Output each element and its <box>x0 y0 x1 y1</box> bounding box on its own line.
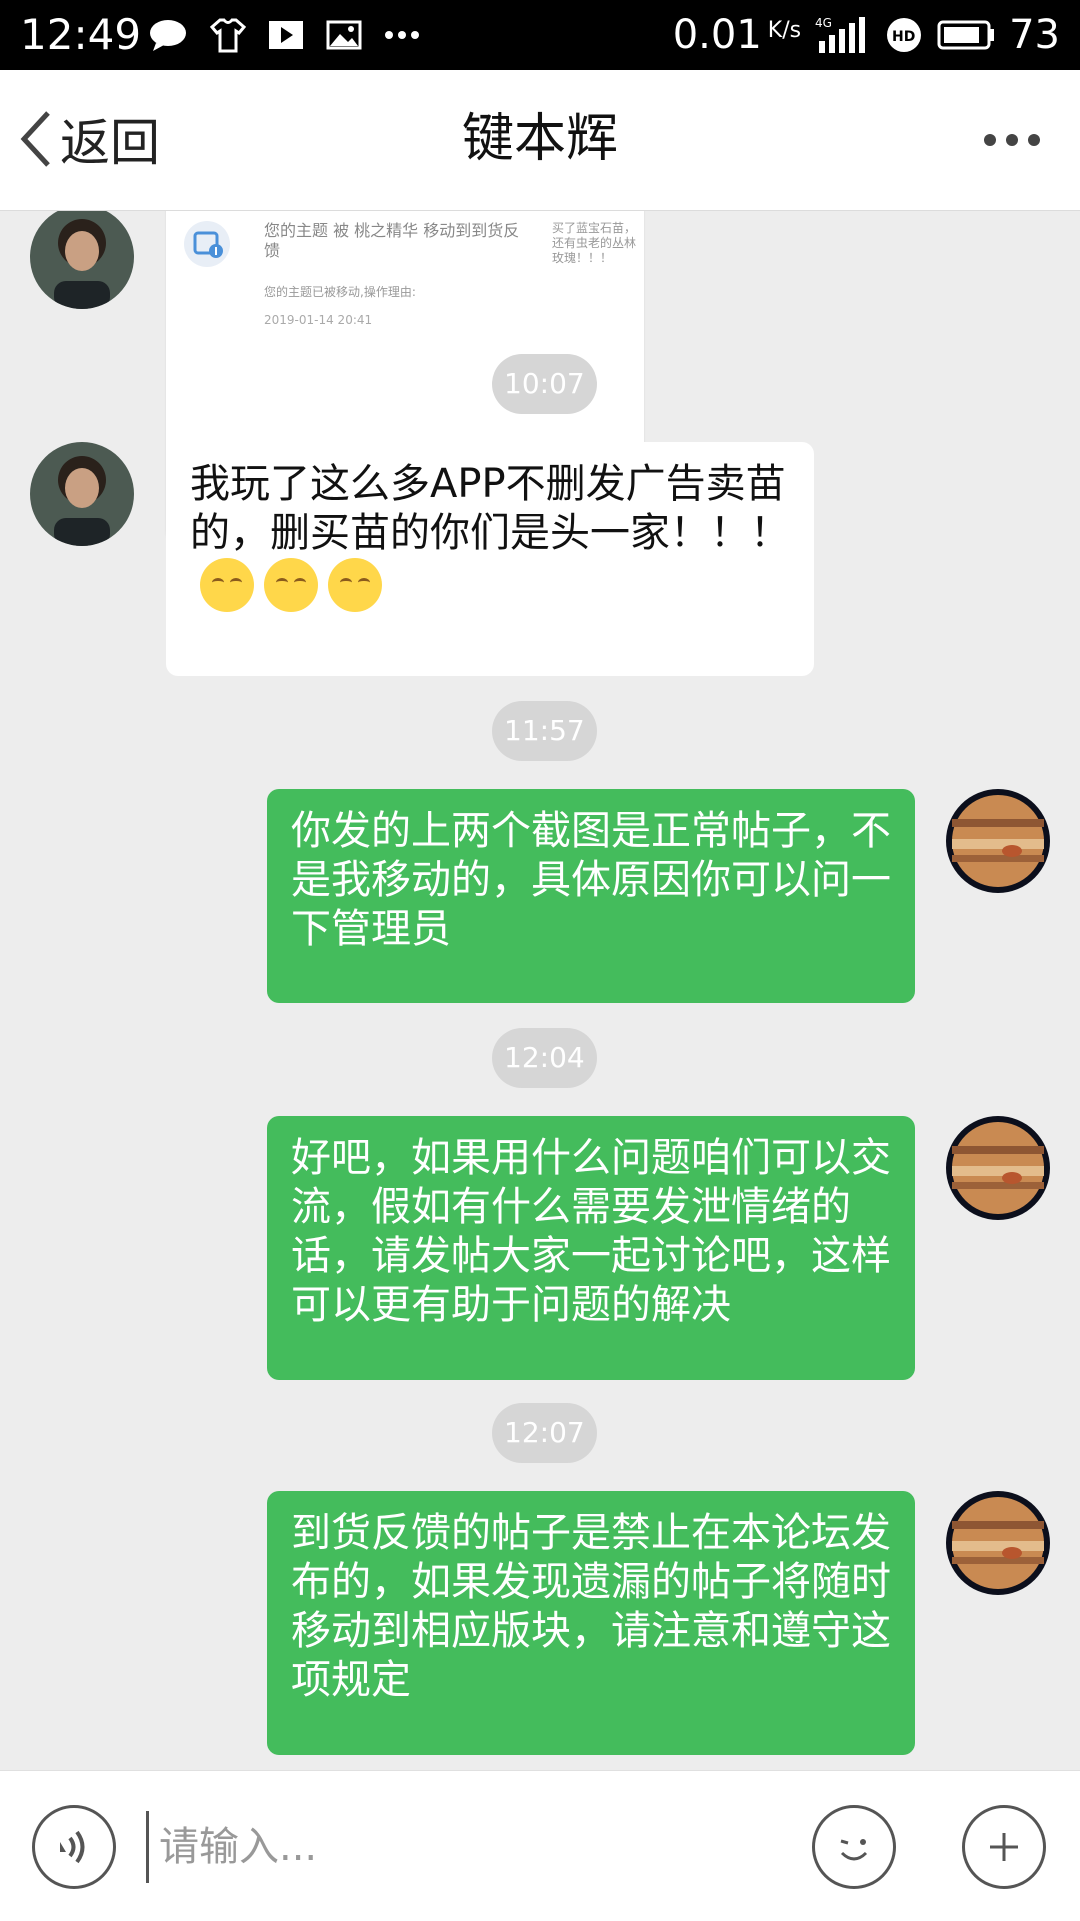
message-text: 到货反馈的帖子是禁止在本论坛发布的，如果发现遗漏的帖子将随时移动到相应版块，请注… <box>291 1510 891 1703</box>
contact-avatar[interactable] <box>30 211 134 309</box>
more-icon <box>385 31 419 39</box>
smiley-face-icon <box>840 1839 868 1861</box>
svg-text:HD: HD <box>892 29 915 45</box>
more-dot <box>1006 134 1018 146</box>
more-dot <box>984 134 996 146</box>
image-icon <box>326 20 362 50</box>
smiling-face-emoji-icon <box>264 558 318 612</box>
timestamp-badge: 11:57 <box>492 701 597 761</box>
network-speed: 0.01 <box>672 12 762 58</box>
notice-reason: 您的主题已被移动,操作理由: <box>264 285 416 299</box>
message-text: 你发的上两个截图是正常帖子，不是我移动的，具体原因你可以问一下管理员 <box>291 808 891 952</box>
battery-icon <box>937 20 995 50</box>
status-right: 0.01 K/s 4G HD 73 <box>673 6 1060 64</box>
info-icon <box>184 221 230 267</box>
shirt-icon <box>210 18 246 53</box>
more-dot <box>1028 134 1040 146</box>
person-avatar-image <box>30 211 134 309</box>
notice-snippet: 买了蓝宝石苗，还有虫老的丛林玫瑰！！！ <box>552 221 637 265</box>
plus-button[interactable] <box>962 1805 1046 1889</box>
notice-title: 您的主题 被 桃之精华 移动到到货反馈 <box>264 221 520 260</box>
battery-level: 73 <box>1009 12 1060 58</box>
voice-input-button[interactable] <box>32 1805 116 1889</box>
jupiter-avatar-image <box>946 1491 1050 1595</box>
emoji-row <box>200 558 382 612</box>
network-speed-unit: K/s <box>767 17 802 43</box>
notification-icons <box>148 14 420 56</box>
hd-icon: HD <box>887 18 922 52</box>
network-type: 4G <box>815 16 832 30</box>
sent-message-bubble[interactable]: 你发的上两个截图是正常帖子，不是我移动的，具体原因你可以问一下管理员 <box>267 789 915 1003</box>
notice-date: 2019-01-14 20:41 <box>264 313 373 327</box>
chat-header: 返回 键本辉 <box>0 70 1080 211</box>
message-text: 好吧，如果用什么问题咱们可以交流，假如有什么需要发泄情绪的话，请发帖大家一起讨论… <box>291 1135 891 1328</box>
more-options-button[interactable] <box>984 128 1040 152</box>
play-icon <box>269 21 303 49</box>
timestamp-badge: 12:04 <box>492 1028 597 1088</box>
person-avatar-image <box>30 442 134 546</box>
notice-content: 您的主题 被 桃之精华 移动到到货反馈 您的主题已被移动,操作理由: 2019-… <box>184 221 636 341</box>
message-input-bar <box>0 1770 1080 1921</box>
emoji-button[interactable] <box>812 1805 896 1889</box>
my-avatar[interactable] <box>946 1116 1050 1220</box>
smiling-face-emoji-icon <box>328 558 382 612</box>
received-message-bubble[interactable]: 我玩了这么多APP不删发广告卖苗的，删买苗的你们是头一家！！！ <box>166 442 814 676</box>
jupiter-avatar-image <box>946 789 1050 893</box>
message-list[interactable]: 您的主题 被 桃之精华 移动到到货反馈 您的主题已被移动,操作理由: 2019-… <box>0 211 1080 1769</box>
sent-message-bubble[interactable]: 好吧，如果用什么问题咱们可以交流，假如有什么需要发泄情绪的话，请发帖大家一起讨论… <box>267 1116 915 1380</box>
contact-avatar[interactable] <box>30 442 134 546</box>
sent-message-bubble[interactable]: 到货反馈的帖子是禁止在本论坛发布的，如果发现遗漏的帖子将随时移动到相应版块，请注… <box>267 1491 915 1755</box>
plus-icon <box>990 1833 1018 1861</box>
status-bar: 12:49 0.01 K/s 4G HD 73 <box>0 0 1080 70</box>
timestamp-badge: 12:07 <box>492 1403 597 1463</box>
message-text-input[interactable] <box>146 1811 761 1883</box>
my-avatar[interactable] <box>946 1491 1050 1595</box>
my-avatar[interactable] <box>946 789 1050 893</box>
smiling-face-emoji-icon <box>200 558 254 612</box>
chat-title: 键本辉 <box>461 109 618 169</box>
voice-icon <box>60 1830 85 1864</box>
timestamp-badge: 10:07 <box>492 354 597 414</box>
signal-icon: 4G <box>815 16 866 53</box>
message-text: 我玩了这么多APP不删发广告卖苗的，删买苗的你们是头一家！！！ <box>190 461 790 556</box>
status-time: 12:49 <box>20 10 142 59</box>
message-icon <box>150 20 186 51</box>
jupiter-avatar-image <box>946 1116 1050 1220</box>
